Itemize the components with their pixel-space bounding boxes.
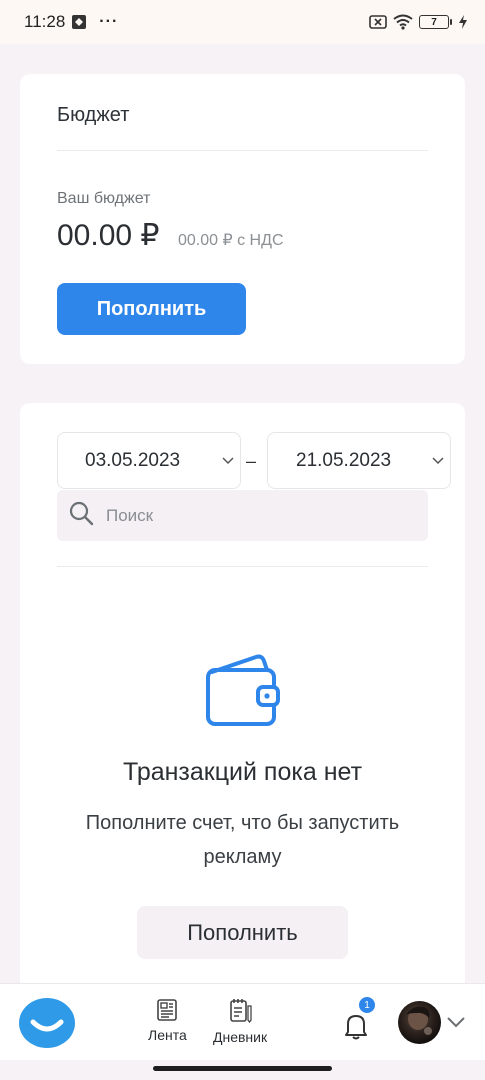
- chevron-down-icon: [430, 452, 446, 474]
- battery-level: 7: [431, 16, 437, 28]
- nav-label-diary: Дневник: [213, 1029, 268, 1045]
- nav-item-diary[interactable]: Дневник: [213, 998, 267, 1045]
- chevron-down-icon: [220, 452, 236, 474]
- bottom-navigation: Лента Дневник 1: [0, 983, 485, 1060]
- notification-badge: 1: [359, 997, 375, 1013]
- status-bar: 11:28 ··· 7: [0, 0, 485, 44]
- app-notification-icon: [71, 14, 87, 30]
- battery-icon: 7: [419, 15, 452, 29]
- empty-state-title: Транзакций пока нет: [122, 758, 363, 786]
- home-indicator[interactable]: [153, 1066, 332, 1071]
- budget-label: Ваш бюджет: [57, 190, 151, 207]
- app-logo-button[interactable]: [19, 998, 75, 1048]
- search-input[interactable]: [106, 505, 406, 526]
- avatar[interactable]: [398, 1001, 441, 1044]
- nav-label-feed: Лента: [148, 1027, 187, 1043]
- transactions-card: 03.05.2023 – 21.05.2023 Транзакций пока …: [20, 403, 465, 985]
- search-field[interactable]: [57, 490, 428, 541]
- no-sim-icon: [369, 14, 387, 30]
- chevron-down-icon[interactable]: [446, 1015, 466, 1034]
- charging-icon: [459, 15, 467, 29]
- more-notifications-dots: ···: [99, 13, 119, 30]
- budget-title: Бюджет: [57, 104, 130, 126]
- empty-state-text: Пополните счет, что бы запустить рекламу: [85, 812, 400, 868]
- date-to-value: 21.05.2023: [296, 449, 392, 471]
- date-from-select[interactable]: 03.05.2023: [57, 432, 241, 489]
- newspaper-icon: [155, 998, 179, 1025]
- budget-amount: 00.00 ₽: [57, 219, 160, 252]
- topup-button[interactable]: Пополнить: [57, 283, 246, 335]
- date-from-value: 03.05.2023: [85, 449, 181, 471]
- notebook-icon: [227, 998, 253, 1027]
- topup-secondary-button[interactable]: Пополнить: [137, 906, 348, 959]
- divider: [57, 150, 428, 151]
- date-to-select[interactable]: 21.05.2023: [267, 432, 451, 489]
- divider: [57, 566, 428, 567]
- budget-amount-with-vat: 00.00 ₽ с НДС: [178, 232, 284, 249]
- notifications-bell-icon[interactable]: [343, 1012, 369, 1045]
- budget-card: Бюджет Ваш бюджет 00.00 ₽ 00.00 ₽ с НДС …: [20, 74, 465, 364]
- wallet-icon: [204, 654, 282, 733]
- search-icon: [68, 500, 94, 531]
- status-time: 11:28: [24, 12, 66, 31]
- wifi-icon: [393, 14, 413, 30]
- nav-item-feed[interactable]: Лента: [148, 998, 187, 1043]
- date-separator: –: [246, 451, 257, 471]
